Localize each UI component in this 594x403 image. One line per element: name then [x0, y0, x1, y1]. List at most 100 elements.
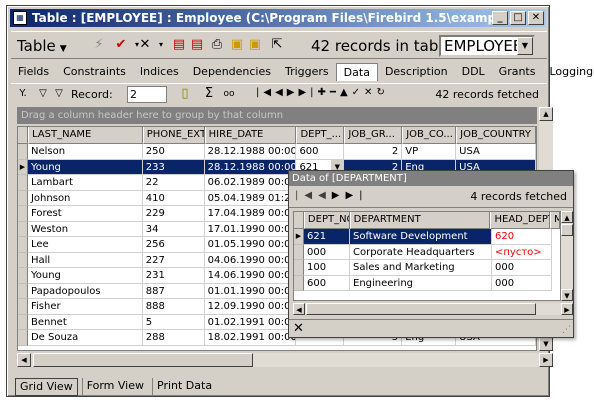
lightning-icon[interactable]: ⚡ — [91, 37, 107, 53]
chevron-down-icon[interactable]: ▼ — [517, 37, 533, 55]
column-header[interactable]: JOB_COUNTRY — [456, 127, 536, 144]
table-cell[interactable]: 000 — [492, 260, 552, 276]
filter-edit-icon[interactable]: ▽ — [35, 86, 51, 102]
table-cell[interactable]: 000 — [492, 275, 552, 291]
popup-vertical-scrollbar[interactable]: ▲ ▼ — [561, 211, 573, 301]
table-cell[interactable]: 620 — [492, 229, 552, 245]
popup-navigator[interactable]: |◀◀▶▶| — [295, 190, 369, 201]
filter-icon[interactable]: Y. — [15, 86, 31, 102]
table-cell[interactable]: 14.06.1990 00:00 — [204, 268, 297, 284]
table-cell[interactable]: 06.02.1989 00:00 — [204, 175, 297, 191]
popup-grid[interactable]: DEPT_NO DEPARTMENT HEAD_DEPT M ▶621Softw… — [293, 211, 561, 301]
navigator-bar[interactable]: |◀◀▶▶|✚━▲✓✕↻ — [256, 87, 389, 98]
table-cell[interactable]: 600 — [296, 144, 345, 160]
close-button[interactable]: ✕ — [528, 11, 544, 25]
table-row[interactable]: ▶ 621 Software Development 620 — [294, 229, 560, 245]
table-cell[interactable]: 2 — [344, 144, 403, 160]
next-record-icon[interactable]: ▶ — [287, 87, 299, 98]
post-record-icon[interactable]: ✓ — [352, 87, 364, 98]
table-menu-button[interactable]: Table ▼ — [17, 36, 67, 56]
scroll-right-icon[interactable]: ▶ — [561, 303, 573, 315]
row-indicator[interactable] — [18, 299, 28, 315]
table-cell[interactable]: Software Development — [350, 229, 492, 245]
row-indicator[interactable] — [18, 268, 28, 284]
table-cell[interactable]: Young — [27, 268, 143, 284]
scroll-up-icon[interactable]: ▲ — [539, 107, 553, 121]
row-indicator[interactable] — [18, 190, 28, 206]
column-header[interactable]: HIRE_DATE — [204, 127, 297, 144]
scroll-up-icon[interactable]: ▲ — [561, 211, 573, 223]
scroll-down-icon[interactable]: ▼ — [561, 289, 573, 301]
table-cell[interactable]: 17.04.1989 00:00 — [204, 206, 297, 222]
table-cell[interactable]: 34 — [142, 221, 205, 237]
scroll-left-icon[interactable]: ◀ — [293, 303, 305, 315]
table-cell[interactable]: 256 — [142, 237, 205, 253]
table-cell[interactable]: 17.01.1990 00:00 — [204, 221, 297, 237]
tab-fields[interactable]: Fields — [11, 63, 56, 81]
table-cell[interactable]: 229 — [142, 206, 205, 222]
table-cell[interactable]: VP — [402, 144, 457, 160]
table-cell[interactable]: 600 — [304, 275, 350, 291]
table-cell[interactable]: 231 — [142, 268, 205, 284]
column-header[interactable]: DEPT_... — [296, 127, 345, 144]
table-cell[interactable]: Papadopoulos — [27, 283, 143, 299]
table-cell[interactable]: 233 — [142, 159, 205, 175]
maximize-button[interactable]: □ — [510, 11, 526, 25]
tab-indices[interactable]: Indices — [133, 63, 186, 81]
tab-description[interactable]: Description — [378, 63, 455, 81]
table-cell[interactable]: 888 — [142, 299, 205, 315]
table-cell[interactable]: 621 — [304, 229, 350, 245]
column-header[interactable]: JOB_CO... — [402, 127, 457, 144]
column-header[interactable]: HEAD_DEPT — [490, 212, 551, 229]
column-header[interactable]: M — [550, 212, 560, 229]
tab-constraints[interactable]: Constraints — [56, 63, 133, 81]
horizontal-scrollbar[interactable]: ◀ ▶ — [17, 353, 553, 367]
scroll-thumb[interactable] — [33, 353, 253, 367]
table-select[interactable]: EMPLOYEE ▼ — [439, 35, 535, 57]
column-header[interactable]: DEPT_NO — [303, 212, 350, 229]
last-record-icon[interactable]: ▶| — [345, 190, 368, 201]
table-cell[interactable]: <пусто> — [492, 244, 552, 260]
table-props-icon[interactable]: ▤ — [171, 37, 187, 53]
table-cell[interactable]: 04.06.1990 00:00 — [204, 252, 297, 268]
table-cell[interactable]: 28.12.1988 00:00 — [204, 159, 297, 175]
bookmark-icon[interactable]: ▯ — [177, 86, 193, 102]
row-indicator[interactable] — [18, 175, 28, 191]
delete-record-icon[interactable]: ━ — [330, 87, 340, 98]
row-indicator[interactable] — [18, 206, 28, 222]
tab-logging[interactable]: Logging — [542, 63, 594, 81]
table-cell[interactable]: 410 — [142, 190, 205, 206]
scroll-thumb[interactable] — [306, 303, 536, 315]
tab-grid-view[interactable]: Grid View — [15, 378, 78, 396]
table-cell[interactable]: Engineering — [350, 275, 492, 291]
first-record-icon[interactable]: |◀ — [295, 190, 318, 201]
binoculars-icon[interactable]: oo — [221, 86, 237, 102]
tab-form-view[interactable]: Form View — [81, 378, 148, 396]
table-cell[interactable]: Lambart — [27, 175, 143, 191]
table-cell[interactable]: USA — [456, 144, 536, 160]
table-cell[interactable]: Bennet — [27, 314, 143, 330]
table-cell[interactable]: 01.01.1990 00:00 — [204, 283, 297, 299]
table-row[interactable]: 000 Corporate Headquarters <пусто> — [294, 244, 560, 260]
table-cell[interactable]: Hall — [27, 252, 143, 268]
row-indicator[interactable] — [294, 244, 304, 260]
tab-ddl[interactable]: DDL — [455, 63, 492, 81]
row-indicator[interactable] — [294, 260, 304, 276]
popup-horizontal-scrollbar[interactable]: ◀ ▶ — [293, 303, 573, 315]
import-icon[interactable]: ▣ — [247, 37, 263, 53]
table-cell[interactable]: 288 — [142, 330, 205, 346]
table-cell[interactable]: Corporate Headquarters — [350, 244, 492, 260]
print-icon[interactable]: ⎙ — [209, 37, 225, 53]
table-cell[interactable]: 12.09.1990 00:00 — [204, 299, 297, 315]
row-indicator[interactable] — [18, 314, 28, 330]
table-cell[interactable]: Sales and Marketing — [350, 260, 492, 276]
table-row[interactable]: 100 Sales and Marketing 000 — [294, 260, 560, 276]
table-cell[interactable]: Young — [27, 159, 143, 175]
group-by-panel[interactable]: Drag a column header here to group by th… — [17, 107, 537, 124]
tab-data[interactable]: Data — [335, 63, 378, 81]
refresh-table-icon[interactable]: ⇱ — [269, 37, 285, 53]
column-header[interactable]: LAST_NAME — [27, 127, 143, 144]
record-input[interactable]: 2 — [127, 86, 167, 103]
row-indicator[interactable] — [18, 221, 28, 237]
tab-triggers[interactable]: Triggers — [278, 63, 336, 81]
